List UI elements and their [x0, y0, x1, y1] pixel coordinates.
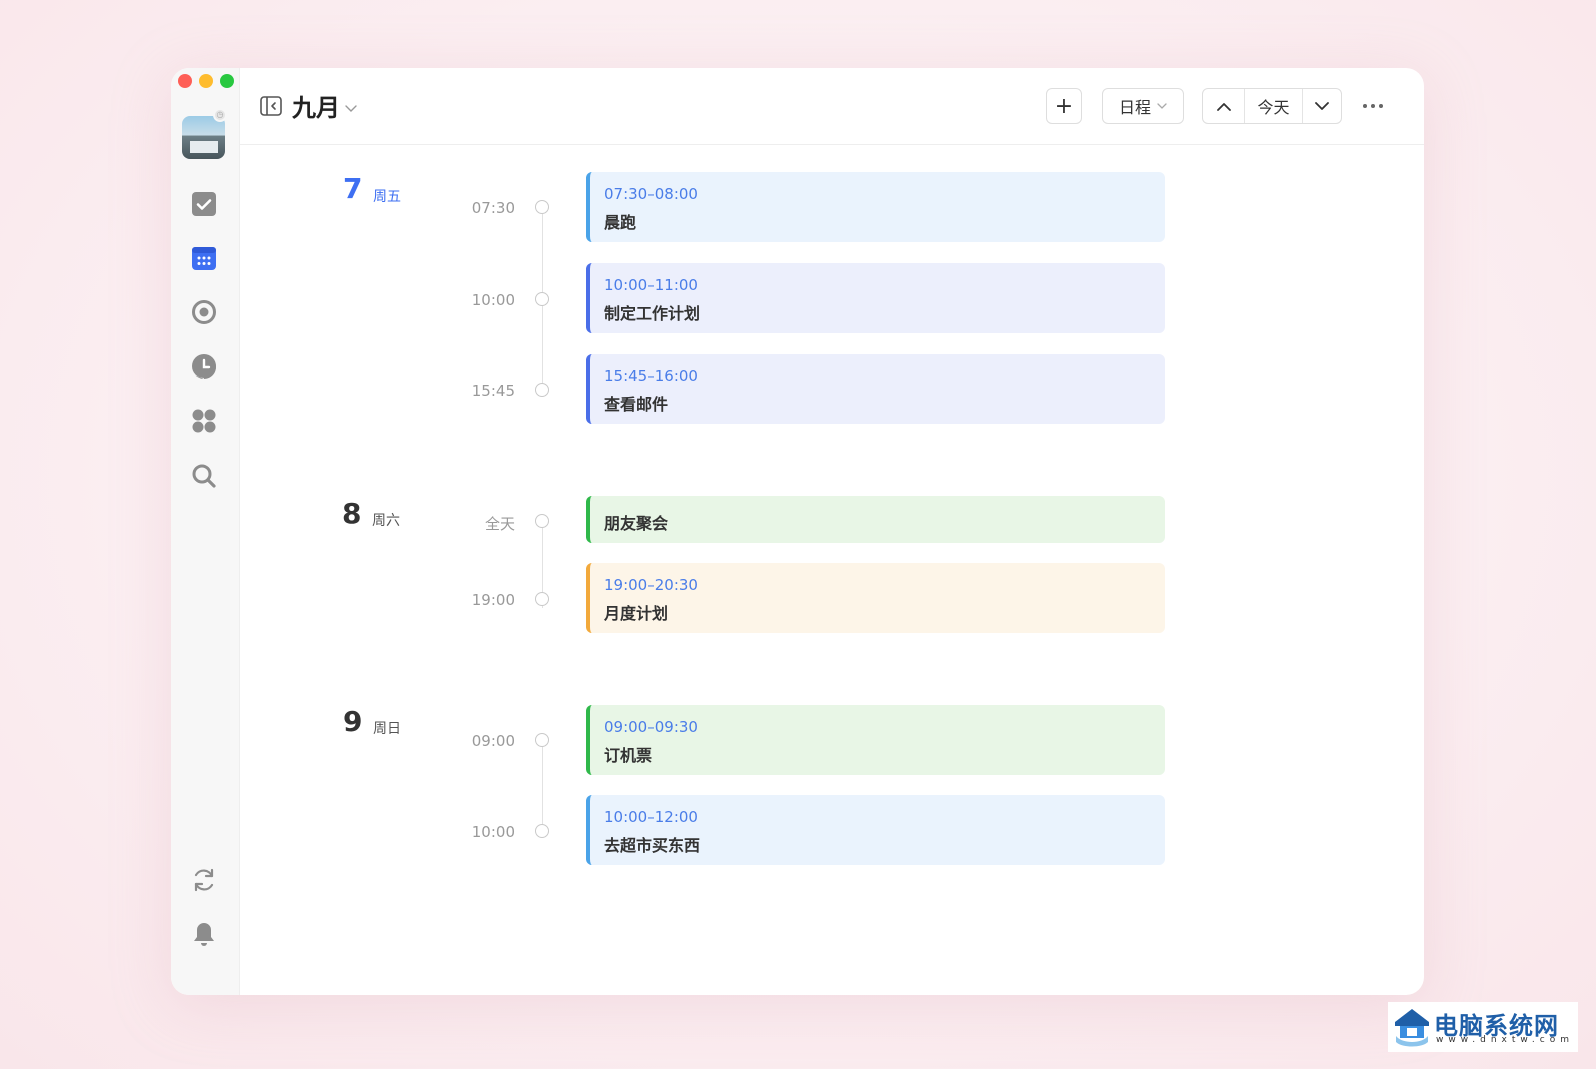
- time-label: 全天: [484, 515, 515, 533]
- search-icon[interactable]: [190, 462, 218, 490]
- day-number: 7: [343, 172, 363, 205]
- time-label: 19:00: [471, 591, 515, 609]
- close-window-button[interactable]: [178, 74, 192, 88]
- bell-icon[interactable]: [190, 920, 218, 948]
- agenda-list: 7 周五 07:30 10:00 15:45 07:30–08:00 晨跑 10…: [239, 145, 1424, 995]
- event-time: 10:00–12:00: [604, 808, 698, 826]
- watermark: 电脑系统网 www.dnxtw.com: [1388, 1002, 1578, 1052]
- watermark-url: www.dnxtw.com: [1436, 1035, 1575, 1045]
- day-weekday: 周六: [372, 513, 400, 529]
- event-title: 朋友聚会: [604, 514, 669, 533]
- focus-icon[interactable]: [190, 298, 218, 326]
- chevron-down-icon: [1157, 102, 1167, 109]
- event-card[interactable]: 10:00–12:00 去超市买东西: [586, 795, 1165, 865]
- timeline-dot: [535, 824, 549, 838]
- calendar-icon[interactable]: [190, 244, 218, 272]
- event-card[interactable]: 07:30–08:00 晨跑: [586, 172, 1165, 242]
- add-event-button[interactable]: +: [1046, 88, 1082, 124]
- next-button[interactable]: [1303, 89, 1341, 123]
- time-label: 10:00: [471, 823, 515, 841]
- sidebar-toggle-icon[interactable]: [259, 94, 283, 118]
- clock-icon[interactable]: [190, 353, 218, 381]
- event-title: 制定工作计划: [604, 304, 701, 323]
- event-title: 订机票: [604, 746, 653, 765]
- date-navigation: 今天: [1202, 88, 1342, 124]
- event-card[interactable]: 09:00–09:30 订机票: [586, 705, 1165, 775]
- time-label: 15:45: [471, 382, 515, 400]
- timeline-dot: [535, 292, 549, 306]
- time-label: 10:00: [471, 291, 515, 309]
- time-label: 07:30: [471, 199, 515, 217]
- avatar-status-icon: ◷: [213, 108, 227, 122]
- time-label: 09:00: [471, 732, 515, 750]
- sync-icon[interactable]: [190, 866, 218, 894]
- app-window: ◷ 九月 + 日程 今天 7 周五 07:30 10:00 15:45 07:3…: [171, 68, 1424, 995]
- chevron-down-icon[interactable]: [345, 98, 357, 117]
- event-time: 07:30–08:00: [604, 185, 698, 203]
- maximize-window-button[interactable]: [220, 74, 234, 88]
- event-title: 去超市买东西: [604, 836, 701, 855]
- timeline-dot: [535, 514, 549, 528]
- day-weekday: 周五: [373, 189, 401, 205]
- timeline-dot: [535, 733, 549, 747]
- chevron-up-icon: [1216, 102, 1231, 111]
- event-card[interactable]: 10:00–11:00 制定工作计划: [586, 263, 1165, 333]
- event-card[interactable]: 朋友聚会: [586, 496, 1165, 543]
- day-number: 9: [343, 705, 363, 738]
- view-mode-select[interactable]: 日程: [1102, 88, 1184, 124]
- event-time: 09:00–09:30: [604, 718, 698, 736]
- event-card[interactable]: 15:45–16:00 查看邮件: [586, 354, 1165, 424]
- timeline-dot: [535, 592, 549, 606]
- more-options-icon[interactable]: [1361, 94, 1385, 118]
- event-time: 19:00–20:30: [604, 576, 698, 594]
- day-weekday: 周日: [373, 721, 401, 737]
- task-icon[interactable]: [190, 190, 218, 218]
- month-title[interactable]: 九月: [292, 88, 340, 123]
- view-mode-label: 日程: [1118, 98, 1151, 117]
- event-title: 查看邮件: [604, 395, 669, 414]
- timeline-dot: [535, 383, 549, 397]
- event-time: 15:45–16:00: [604, 367, 698, 385]
- event-title: 晨跑: [604, 213, 637, 232]
- event-card[interactable]: 19:00–20:30 月度计划: [586, 563, 1165, 633]
- event-time: 10:00–11:00: [604, 276, 698, 294]
- today-button[interactable]: 今天: [1245, 89, 1303, 123]
- previous-button[interactable]: [1203, 89, 1245, 123]
- chevron-down-icon: [1315, 101, 1329, 110]
- header: 九月 + 日程 今天: [239, 68, 1424, 145]
- sidebar: ◷: [171, 68, 240, 995]
- apps-icon[interactable]: [190, 407, 218, 435]
- house-logo-icon: [1395, 1009, 1429, 1047]
- event-title: 月度计划: [604, 604, 669, 623]
- timeline-dot: [535, 200, 549, 214]
- minimize-window-button[interactable]: [199, 74, 213, 88]
- avatar[interactable]: [182, 116, 225, 159]
- day-number: 8: [342, 497, 362, 530]
